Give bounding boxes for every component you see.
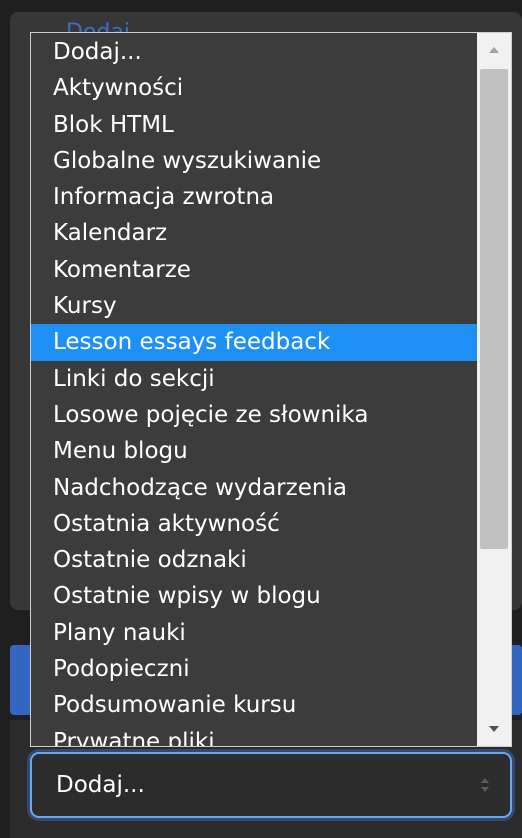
- dropdown-option[interactable]: Komentarze: [31, 252, 477, 288]
- scroll-up-button[interactable]: [477, 33, 511, 67]
- option-list: Dodaj... Aktywności Blok HTML Globalne wysz…: [31, 34, 477, 746]
- dropdown-scrollbar[interactable]: [477, 33, 511, 746]
- dropdown-option[interactable]: Aktywności: [31, 70, 477, 106]
- scroll-down-button[interactable]: [477, 712, 511, 746]
- dropdown-option[interactable]: Dodaj...: [31, 34, 477, 70]
- dropdown-option[interactable]: Linki do sekcji: [31, 361, 477, 397]
- dropdown-option[interactable]: Ostatnie wpisy w blogu: [31, 578, 477, 614]
- triangle-down-icon: [489, 726, 499, 732]
- dropdown-option[interactable]: Blok HTML: [31, 107, 477, 143]
- dropdown-option[interactable]: Losowe pojęcie ze słownika: [31, 397, 477, 433]
- dropdown-option[interactable]: Lesson essays feedback: [31, 324, 477, 361]
- dropdown-option[interactable]: Informacja zwrotna: [31, 179, 477, 215]
- dropdown-option[interactable]: Plany nauki: [31, 615, 477, 651]
- dropdown-option[interactable]: Globalne wyszukiwanie: [31, 143, 477, 179]
- dropdown-option[interactable]: Ostatnie odznaki: [31, 542, 477, 578]
- scroll-thumb[interactable]: [480, 69, 508, 549]
- select-value: Dodaj...: [56, 772, 145, 798]
- dropdown-option[interactable]: Kalendarz: [31, 215, 477, 251]
- dropdown-option[interactable]: Prywatne pliki: [31, 724, 477, 746]
- triangle-up-icon: [489, 47, 499, 53]
- dropdown-option[interactable]: Podsumowanie kursu: [31, 687, 477, 723]
- screen: Dodaj... Dodaj...AktywnościBlok HTMLGlob…: [0, 0, 522, 838]
- dropdown-option[interactable]: Ostatnia aktywność: [31, 506, 477, 542]
- updown-caret-icon: [481, 778, 489, 792]
- dropdown-option[interactable]: Kursy: [31, 288, 477, 324]
- add-block-select[interactable]: Dodaj...: [30, 752, 512, 818]
- dropdown-option[interactable]: Nadchodzące wydarzenia: [31, 470, 477, 506]
- add-block-dropdown-list[interactable]: Dodaj... Aktywności Blok HTML Globalne wysz…: [30, 32, 512, 747]
- dropdown-option[interactable]: Podopieczni: [31, 651, 477, 687]
- dropdown-option[interactable]: Menu blogu: [31, 433, 477, 469]
